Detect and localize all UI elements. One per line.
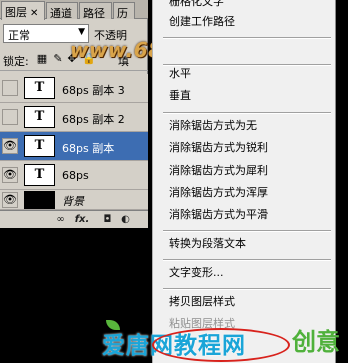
menu-separator: [163, 37, 331, 39]
chevron-down-icon: ▼: [78, 27, 85, 37]
menu-item-horizontal[interactable]: 水平: [169, 66, 329, 82]
link-icon[interactable]: ∞: [54, 213, 67, 226]
layer-row[interactable]: 👁 T 68ps: [0, 161, 148, 190]
text-layer-thumbnail: T: [24, 135, 55, 157]
blend-mode-value: 正常: [8, 29, 30, 42]
layer-name: 68ps 副本: [62, 142, 115, 155]
menu-item-copy-layer-style[interactable]: 拷贝图层样式: [169, 294, 329, 310]
close-icon[interactable]: ✕: [30, 8, 38, 19]
context-menu: 栅格化文字 创建工作路径 水平 垂直 消除锯齿方式为无 消除锯齿方式为锐利 消除…: [152, 0, 336, 363]
menu-item-antialias-smooth[interactable]: 消除锯齿方式为平滑: [169, 207, 329, 223]
tab-paths-label: 路径: [83, 7, 105, 19]
tab-history[interactable]: 历: [113, 2, 135, 19]
tab-history-label: 历: [117, 7, 128, 19]
menu-item-antialias-strong[interactable]: 消除锯齿方式为浑厚: [169, 185, 329, 201]
menu-item-create-work-path[interactable]: 创建工作路径: [169, 14, 329, 30]
tab-channels-label: 通道: [50, 7, 72, 19]
layer-row-background[interactable]: 👁 背景: [0, 190, 148, 210]
layer-row[interactable]: T 68ps 副本 3: [0, 74, 148, 103]
layer-name: 背景: [62, 195, 84, 208]
text-layer-thumbnail: T: [24, 106, 55, 128]
layer-name: 68ps: [62, 169, 89, 182]
lock-label: 锁定:: [3, 55, 29, 68]
tab-layers-label: 图层: [5, 6, 27, 19]
layers-panel-footer: ∞ fx. ◘ ◐: [0, 210, 148, 228]
highlight-ellipse: [152, 328, 290, 362]
menu-item-antialias-sharp[interactable]: 消除锯齿方式为锐利: [169, 140, 329, 156]
visibility-toggle[interactable]: [2, 109, 18, 125]
panel-tabbar: 图层 ✕ 通道 路径 历: [0, 0, 148, 20]
text-layer-thumbnail: T: [24, 77, 55, 99]
eye-icon[interactable]: 👁: [2, 167, 18, 183]
menu-separator: [163, 288, 331, 290]
mask-icon[interactable]: ◘: [101, 213, 114, 226]
menu-item-rasterize-text[interactable]: 栅格化文字: [169, 0, 329, 10]
menu-item-antialias-crisp[interactable]: 消除锯齿方式为犀利: [169, 163, 329, 179]
menu-separator: [163, 259, 331, 261]
tab-channels[interactable]: 通道: [46, 2, 78, 19]
tab-paths[interactable]: 路径: [79, 2, 112, 19]
background-thumbnail: [24, 191, 55, 209]
layer-row-selected[interactable]: 👁 T 68ps 副本: [0, 132, 148, 161]
menu-item-antialias-none[interactable]: 消除锯齿方式为无: [169, 118, 329, 134]
site-mark: 创意: [292, 328, 340, 356]
menu-separator: [163, 112, 331, 114]
eye-icon[interactable]: 👁: [2, 138, 18, 154]
tab-layers[interactable]: 图层 ✕: [1, 1, 45, 20]
text-layer-thumbnail: T: [24, 164, 55, 186]
layers-panel: 图层 ✕ 通道 路径 历 正常 ▼ 不透明 锁定: ▦ ✎ ✥ 🔒 填 T 68p…: [0, 0, 148, 228]
menu-item-vertical[interactable]: 垂直: [169, 88, 329, 104]
menu-separator: [163, 230, 331, 232]
layer-row[interactable]: T 68ps 副本 2: [0, 103, 148, 132]
fx-icon[interactable]: fx.: [72, 213, 92, 226]
visibility-toggle[interactable]: [2, 80, 18, 96]
layer-name: 68ps 副本 3: [62, 84, 125, 97]
layer-name: 68ps 副本 2: [62, 113, 125, 126]
eye-icon[interactable]: 👁: [2, 192, 18, 208]
lock-transparency-icon[interactable]: ▦: [36, 53, 48, 65]
lock-pixels-icon[interactable]: ✎: [52, 53, 64, 65]
adjustment-icon[interactable]: ◐: [119, 213, 132, 226]
menu-item-warp-text[interactable]: 文字变形...: [169, 265, 329, 281]
menu-item-convert-paragraph[interactable]: 转换为段落文本: [169, 236, 329, 252]
